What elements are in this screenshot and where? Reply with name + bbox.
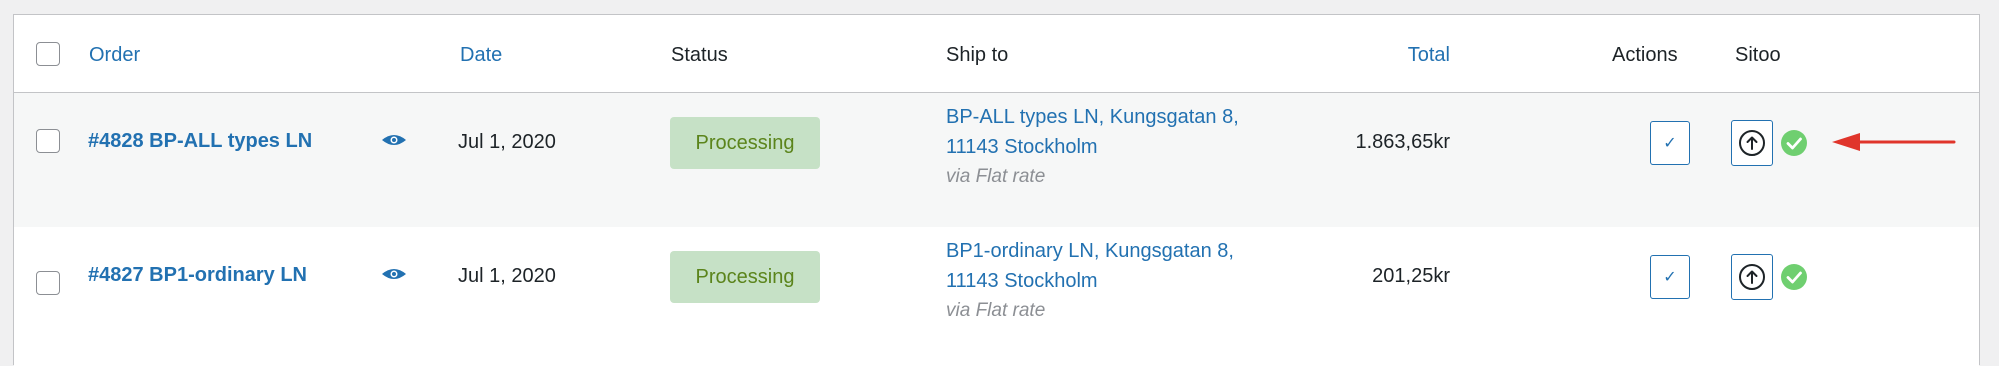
column-actions-header: Actions	[1612, 44, 1678, 66]
status-badge: Processing	[670, 117, 820, 169]
table-row[interactable]: #4828 BP-ALL types LN Jul 1, 2020 Proces…	[14, 93, 1979, 227]
column-ship-to-header: Ship to	[946, 44, 1009, 66]
sitoo-synced-check-circle-icon	[1781, 264, 1807, 290]
top-strip	[0, 0, 1999, 14]
table-row[interactable]: #4827 BP1-ordinary LN Jul 1, 2020 Proces…	[14, 227, 1979, 366]
select-all-checkbox[interactable]	[36, 42, 60, 66]
order-link[interactable]: #4828 BP-ALL types LN	[88, 129, 312, 153]
table-header: Order Date Status Ship to Total Actions …	[14, 15, 1979, 93]
column-order-header[interactable]: Order	[89, 43, 140, 67]
ship-to-address-line1[interactable]: BP1-ordinary LN, Kungsgatan 8,	[946, 239, 1234, 263]
column-status-header: Status	[671, 44, 728, 66]
row-checkbox[interactable]	[36, 129, 60, 153]
column-date-header[interactable]: Date	[460, 43, 502, 67]
order-link[interactable]: #4827 BP1-ordinary LN	[88, 263, 307, 287]
check-icon: ✓	[1663, 269, 1677, 286]
status-badge: Processing	[670, 251, 820, 303]
complete-action-button[interactable]: ✓	[1650, 121, 1690, 165]
column-sitoo-header: Sitoo	[1735, 44, 1781, 66]
complete-action-button[interactable]: ✓	[1650, 255, 1690, 299]
orders-table: Order Date Status Ship to Total Actions …	[13, 14, 1980, 366]
red-arrow-icon	[1832, 133, 1956, 151]
upload-circle-icon	[1739, 264, 1765, 290]
shipping-method: via Flat rate	[946, 166, 1046, 187]
check-icon: ✓	[1663, 135, 1677, 152]
order-date: Jul 1, 2020	[458, 265, 556, 287]
order-total: 201,25kr	[1372, 265, 1450, 287]
ship-to-address-line2[interactable]: 11143 Stockholm	[946, 269, 1098, 293]
shipping-method: via Flat rate	[946, 300, 1046, 321]
preview-eye-icon[interactable]	[381, 266, 407, 282]
sitoo-sync-button[interactable]	[1731, 120, 1773, 166]
row-checkbox[interactable]	[36, 271, 60, 295]
order-total: 1.863,65kr	[1355, 131, 1450, 153]
upload-circle-icon	[1739, 130, 1765, 156]
column-total-header[interactable]: Total	[1250, 43, 1450, 67]
ship-to-address-line2[interactable]: 11143 Stockholm	[946, 135, 1098, 159]
preview-eye-icon[interactable]	[381, 132, 407, 148]
sitoo-sync-button[interactable]	[1731, 254, 1773, 300]
order-date: Jul 1, 2020	[458, 131, 556, 153]
ship-to-address-line1[interactable]: BP-ALL types LN, Kungsgatan 8,	[946, 105, 1239, 129]
sitoo-synced-check-circle-icon	[1781, 130, 1807, 156]
